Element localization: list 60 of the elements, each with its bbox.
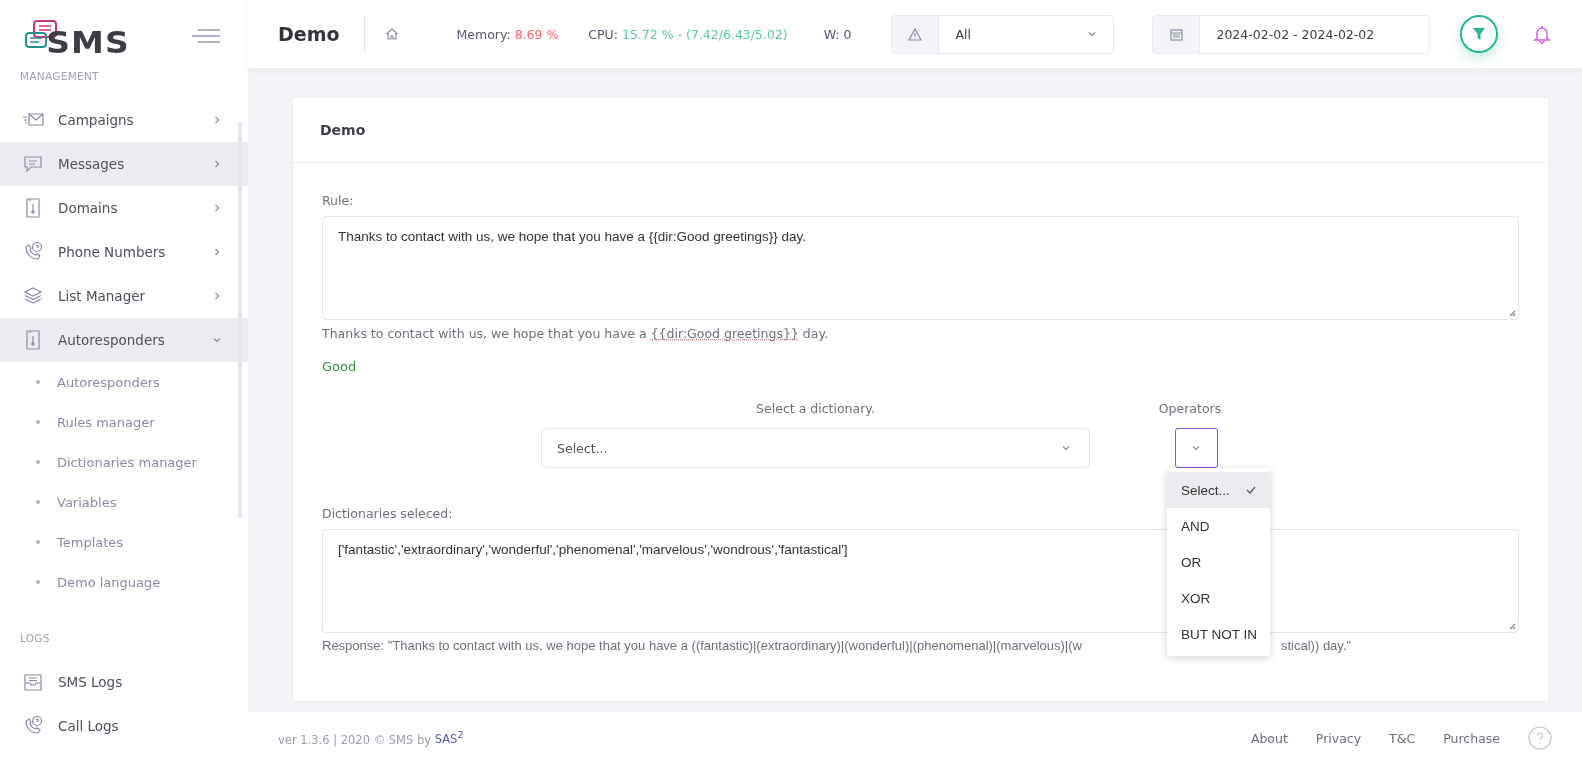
check-icon [1246, 486, 1256, 494]
submenu-item[interactable]: Demo language [0, 562, 248, 602]
sidebar-item[interactable]: SMS Logs [0, 660, 248, 704]
phone-icon [22, 241, 44, 263]
sidebar-item[interactable]: Campaigns [0, 98, 248, 142]
chevron-down-icon [1191, 443, 1201, 453]
author-link[interactable]: SAS$^{2}$ [434, 732, 464, 747]
sidebar-item[interactable]: Messages [0, 142, 248, 186]
sidebar-item[interactable]: Domains [0, 186, 248, 230]
bell-icon[interactable] [1532, 24, 1552, 44]
sidebar-item[interactable]: Autoresponders [0, 318, 248, 362]
resize-grip-icon [1509, 310, 1516, 317]
submenu-item[interactable]: Dictionaries manager [0, 442, 248, 482]
phone-icon [22, 715, 44, 737]
home-icon[interactable] [384, 27, 399, 41]
filter-button[interactable] [1460, 15, 1499, 53]
bullet-icon [36, 580, 40, 584]
response-text: Response: "Thanks to contact with us, we hope that you have a ((fantastic)|(extraordinary)|(wonderful)|(phenomenal)|(marvelous)|(w [322, 638, 1083, 653]
resize-grip-icon [1509, 623, 1516, 630]
section-heading: LOGS [19, 631, 51, 646]
inbox-icon [22, 671, 44, 693]
footer-link[interactable]: T&C [1389, 730, 1416, 746]
chevron-down-icon [1061, 443, 1071, 453]
w-stat: W: 0 [823, 26, 852, 42]
chat-bubble-icon [22, 153, 44, 175]
rule-field[interactable]: Thanks to contact with us, we hope that you have a {{dir:Good greetings}} day. [322, 216, 1519, 320]
page-title: Demo [278, 16, 365, 52]
memory-stat: Memory: 8.69 % [456, 26, 559, 42]
footer-link[interactable]: Privacy [1315, 730, 1362, 746]
bullet-icon [36, 380, 40, 384]
footer-link[interactable]: Purchase [1443, 730, 1500, 746]
menu-icon[interactable] [192, 28, 220, 44]
sidebar-item[interactable]: Phone Numbers [0, 230, 248, 274]
sidebar-item[interactable]: List Manager [0, 274, 248, 318]
logo-text: SMS [46, 28, 130, 58]
dictionary-label: Select a dictionary. [756, 401, 875, 416]
help-icon[interactable] [1528, 726, 1552, 750]
bullet-icon [36, 540, 40, 544]
rule-preview: Thanks to contact with us, we hope that you have a {{dir:Good greetings}} day. [322, 326, 829, 341]
bullet-icon [36, 500, 40, 504]
dictionaries-label: Dictionaries seleced: [322, 506, 454, 521]
menu-option[interactable]: Select... [1167, 472, 1270, 508]
footer-link[interactable]: About [1250, 730, 1288, 746]
rule-label: Rule: [322, 193, 355, 208]
section-heading: MANAGEMENT [19, 69, 100, 84]
card-title: Demo [293, 98, 1548, 163]
bullet-icon [36, 420, 40, 424]
dictionary-select[interactable]: Select... [541, 428, 1090, 468]
sidebar-item[interactable]: Call Logs [0, 704, 248, 748]
operators-select[interactable] [1174, 428, 1218, 468]
bullet-icon [36, 460, 40, 464]
submenu-item[interactable]: Autoresponders [0, 362, 248, 402]
footer-text: ver 1.3.6 | 2020 © SMS by SAS$^{2}$ [278, 729, 464, 747]
cpu-stat: CPU: 15.72 % - (7.42/6.43/5.02) [588, 26, 788, 42]
funnel-icon [1472, 27, 1487, 41]
operators-label: Operators [1158, 401, 1222, 416]
menu-option[interactable]: XOR [1167, 580, 1270, 616]
menu-option[interactable]: OR [1167, 544, 1270, 580]
match-text: Good [322, 359, 358, 374]
response-text-end: stical)) day." [1281, 638, 1352, 653]
